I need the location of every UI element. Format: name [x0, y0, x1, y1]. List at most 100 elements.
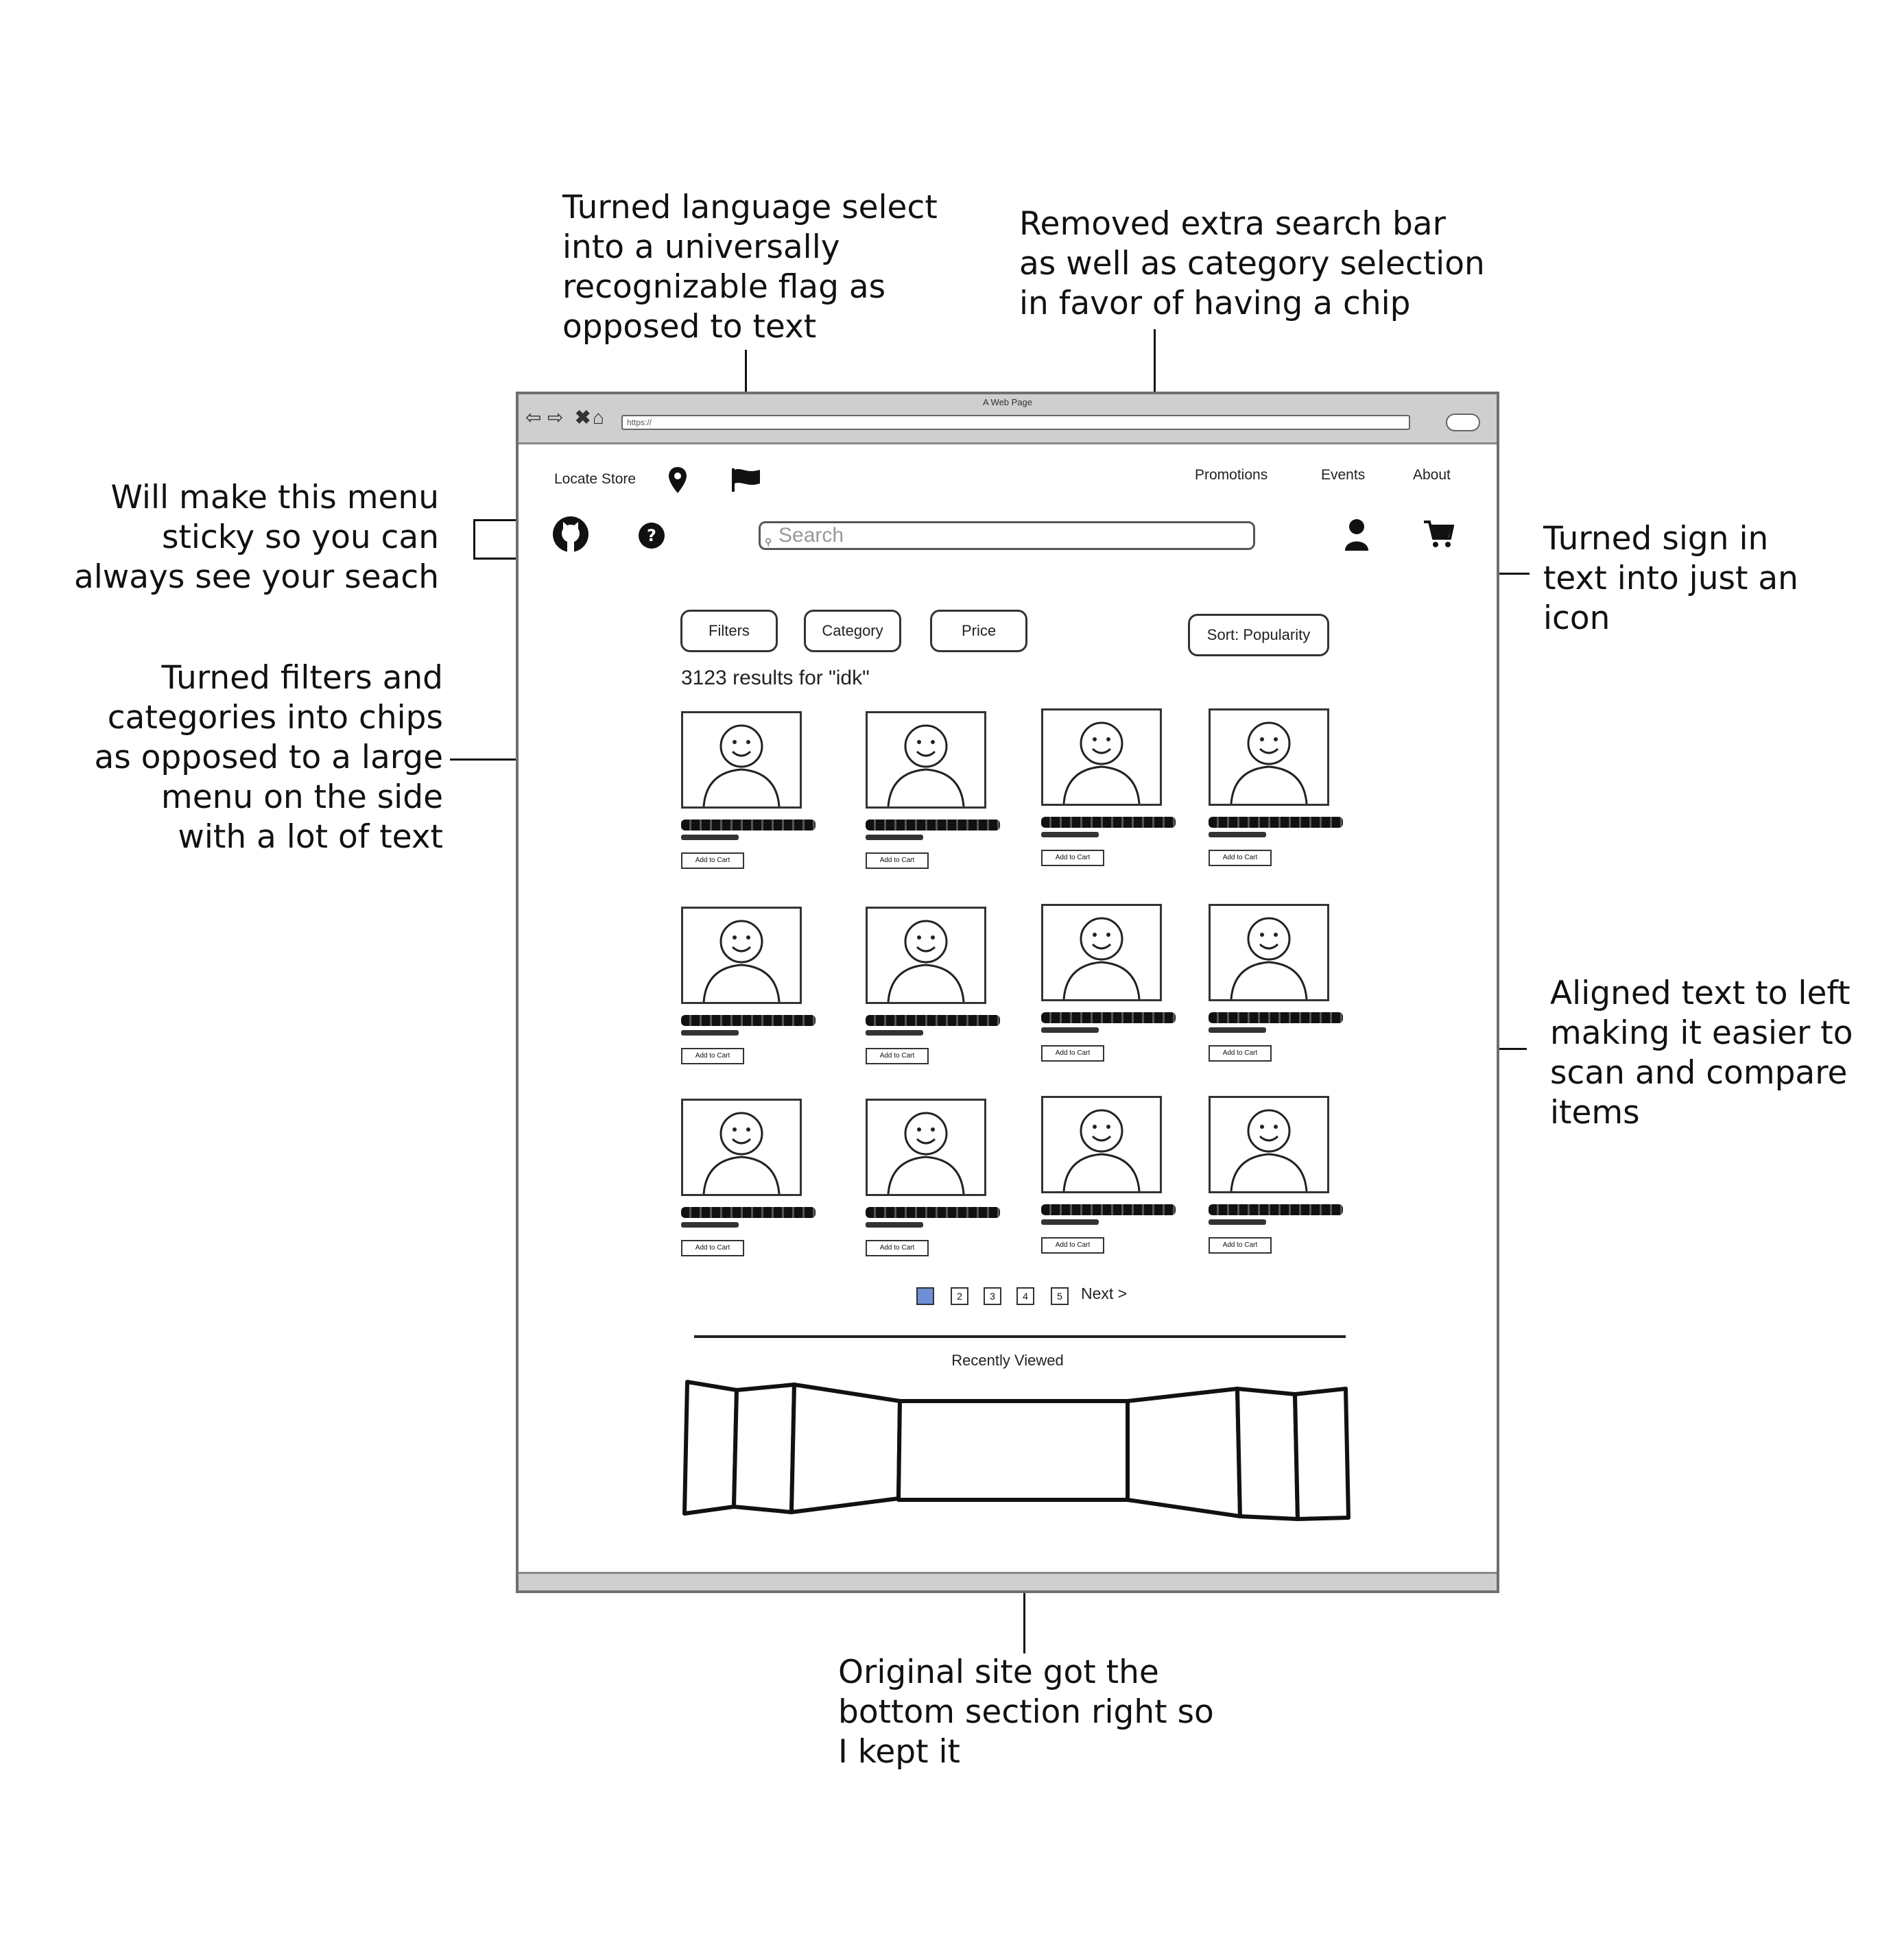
product-image[interactable] [681, 1099, 802, 1196]
home-icon[interactable]: ⌂ [593, 408, 604, 427]
back-icon[interactable]: ⇦ [525, 408, 541, 427]
chip-category[interactable]: Category [804, 610, 901, 652]
sort-dropdown[interactable]: Sort: Popularity [1188, 614, 1329, 656]
product-name [681, 820, 816, 830]
carousel-item [789, 1383, 902, 1514]
product-image[interactable] [1209, 1096, 1329, 1193]
carousel-item [732, 1383, 796, 1514]
forward-icon[interactable]: ⇨ [547, 408, 563, 427]
carousel-item [1293, 1387, 1350, 1521]
map-pin-icon[interactable] [667, 466, 689, 494]
product-card[interactable]: Add to Cart [681, 907, 818, 1078]
product-name [1041, 1012, 1176, 1023]
product-name [866, 1207, 1000, 1218]
question-circle-icon[interactable]: ? [638, 522, 665, 549]
shopping-cart-icon[interactable] [1423, 519, 1454, 549]
add-to-cart-button[interactable]: Add to Cart [681, 1240, 744, 1256]
nav-about[interactable]: About [1413, 467, 1451, 483]
product-image[interactable] [1041, 904, 1162, 1001]
carousel-item [1235, 1387, 1300, 1521]
product-price [1209, 1219, 1266, 1225]
product-image[interactable] [866, 711, 986, 809]
annotation-search: Removed extra search bar as well as cate… [1019, 205, 1485, 322]
product-card[interactable]: Add to Cart [681, 711, 818, 883]
product-price [1041, 1027, 1099, 1033]
add-to-cart-button[interactable]: Add to Cart [681, 852, 744, 869]
search-input[interactable]: ⚲ Search [759, 521, 1255, 550]
product-name [866, 1015, 1000, 1026]
annotation-bottom: Original site got the bottom section rig… [838, 1653, 1214, 1771]
page-1-button[interactable]: 1 [916, 1287, 934, 1305]
product-image[interactable] [681, 907, 802, 1004]
browser-window: A Web Page ⇦ ⇨ ✖ ⌂ https:// Locate Store… [516, 392, 1499, 1593]
product-card[interactable]: Add to Cart [1209, 1096, 1346, 1267]
locate-store-link[interactable]: Locate Store [554, 471, 636, 488]
product-price [681, 1222, 739, 1228]
results-count: 3123 results for "idk" [681, 667, 870, 689]
page-2-button[interactable]: 2 [951, 1287, 968, 1305]
next-page-link[interactable]: Next > [1081, 1284, 1127, 1303]
product-card[interactable]: Add to Cart [1041, 904, 1178, 1075]
product-card[interactable]: Add to Cart [866, 1099, 1003, 1270]
product-name [1041, 1204, 1176, 1215]
user-icon[interactable] [1343, 518, 1370, 552]
github-icon[interactable] [551, 515, 590, 553]
chip-price[interactable]: Price [930, 610, 1027, 652]
annotation-filters: Turned filters and categories into chips… [94, 659, 443, 856]
annotation-aligned: Aligned text to left making it easier to… [1550, 975, 1853, 1132]
add-to-cart-button[interactable]: Add to Cart [866, 1240, 929, 1256]
product-image[interactable] [866, 907, 986, 1004]
product-name [1209, 1204, 1343, 1215]
product-image[interactable] [1041, 1096, 1162, 1193]
add-to-cart-button[interactable]: Add to Cart [866, 852, 929, 869]
product-image[interactable] [866, 1099, 986, 1196]
stop-icon[interactable]: ✖ [575, 408, 591, 427]
product-price [1209, 1027, 1266, 1033]
product-image[interactable] [1041, 708, 1162, 806]
product-card[interactable]: Add to Cart [866, 711, 1003, 883]
product-price [866, 835, 923, 840]
nav-promotions[interactable]: Promotions [1195, 467, 1268, 483]
product-price [1209, 832, 1266, 837]
recently-viewed-carousel[interactable] [680, 1376, 1366, 1525]
flag-icon[interactable] [730, 467, 763, 493]
product-price [681, 835, 739, 840]
product-image[interactable] [1209, 708, 1329, 806]
add-to-cart-button[interactable]: Add to Cart [866, 1048, 929, 1064]
product-card[interactable]: Add to Cart [1209, 904, 1346, 1075]
annotation-sticky: Will make this menu sticky so you can al… [73, 479, 439, 596]
add-to-cart-button[interactable]: Add to Cart [1209, 1237, 1272, 1254]
add-to-cart-button[interactable]: Add to Cart [1041, 1237, 1104, 1254]
add-to-cart-button[interactable]: Add to Cart [1209, 850, 1272, 866]
section-divider [694, 1335, 1346, 1338]
page-4-button[interactable]: 4 [1016, 1287, 1034, 1305]
product-card[interactable]: Add to Cart [866, 907, 1003, 1078]
carousel-item [1126, 1387, 1242, 1518]
add-to-cart-button[interactable]: Add to Cart [1041, 850, 1104, 866]
product-card[interactable]: Add to Cart [1041, 708, 1178, 880]
product-image[interactable] [681, 711, 802, 809]
go-button[interactable] [1446, 414, 1480, 431]
product-name [1041, 817, 1176, 828]
leader-sticky-v [473, 519, 475, 559]
add-to-cart-button[interactable]: Add to Cart [681, 1048, 744, 1064]
status-bar [519, 1572, 1497, 1590]
recently-viewed-title: Recently Viewed [951, 1352, 1064, 1369]
carousel-item [682, 1380, 739, 1516]
product-price [866, 1222, 923, 1228]
add-to-cart-button[interactable]: Add to Cart [1209, 1045, 1272, 1062]
product-price [866, 1030, 923, 1036]
product-card[interactable]: Add to Cart [681, 1099, 818, 1270]
product-price [1041, 832, 1099, 837]
chip-filters[interactable]: Filters [680, 610, 778, 652]
window-title: A Web Page [982, 397, 1033, 407]
product-image[interactable] [1209, 904, 1329, 1001]
product-card[interactable]: Add to Cart [1209, 708, 1346, 880]
page-3-button[interactable]: 3 [984, 1287, 1001, 1305]
nav-events[interactable]: Events [1321, 467, 1365, 483]
url-bar[interactable]: https:// [621, 415, 1410, 430]
product-card[interactable]: Add to Cart [1041, 1096, 1178, 1267]
page-5-button[interactable]: 5 [1051, 1287, 1069, 1305]
product-name [1209, 817, 1343, 828]
add-to-cart-button[interactable]: Add to Cart [1041, 1045, 1104, 1062]
